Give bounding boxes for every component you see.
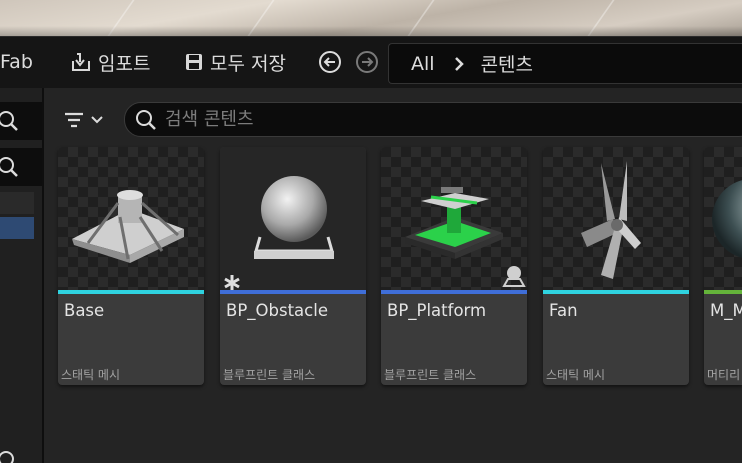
- search-icon: [0, 451, 14, 463]
- bottom-search-icon-partial[interactable]: [0, 447, 42, 463]
- breadcrumb-content[interactable]: 콘텐츠: [481, 50, 533, 77]
- actor-pin-icon: [502, 266, 526, 287]
- content-search-field[interactable]: [124, 102, 742, 137]
- search-input[interactable]: [165, 109, 725, 130]
- asset-type: 블루프린트 클래스: [384, 368, 477, 382]
- folder-tree-item[interactable]: [0, 192, 34, 214]
- asset-type-color-bar: [220, 290, 366, 294]
- asset-type: 스태틱 메시: [546, 368, 606, 382]
- history-forward-button[interactable]: [355, 36, 385, 88]
- asset-tile-bp-platform[interactable]: BP_Platform 블루프린트 클래스: [381, 147, 527, 385]
- chevron-down-icon: [91, 116, 103, 124]
- asset-type: 스태틱 메시: [61, 368, 121, 382]
- fan-thumbnail-icon: [581, 161, 641, 279]
- filter-button[interactable]: [62, 106, 112, 134]
- asset-thumbnail: [58, 147, 204, 290]
- asset-name: BP_Obstacle: [226, 301, 328, 320]
- filter-icon: [65, 112, 83, 128]
- asset-thumbnail: [543, 147, 689, 290]
- collections-search[interactable]: [0, 148, 42, 186]
- asset-tile-bp-obstacle[interactable]: BP_Obstacle 블루프린트 클래스: [220, 147, 366, 385]
- asset-type: 머티리: [707, 368, 741, 382]
- asset-type-color-bar: [543, 290, 689, 294]
- import-button[interactable]: 임포트: [70, 36, 150, 88]
- sphere-thumbnail-icon: [254, 176, 334, 259]
- save-icon: [186, 54, 202, 70]
- material-sphere-thumbnail-icon: [712, 180, 742, 258]
- asset-type-color-bar: [58, 290, 204, 294]
- folder-tree-item-selected[interactable]: [0, 217, 34, 239]
- import-icon: [72, 53, 90, 71]
- asset-type-color-bar: [704, 290, 742, 294]
- sources-search[interactable]: [0, 102, 42, 140]
- history-back-button[interactable]: [318, 36, 348, 88]
- asset-thumbnail: [220, 147, 366, 291]
- search-icon: [0, 111, 18, 131]
- forward-arrow-icon: [356, 51, 378, 73]
- asset-tile-fan[interactable]: Fan 스태틱 메시: [543, 147, 689, 385]
- asset-name: Fan: [549, 301, 578, 320]
- breadcrumb-all[interactable]: All: [389, 53, 435, 75]
- fab-button[interactable]: Fab: [0, 36, 33, 88]
- asset-type-color-bar: [381, 290, 527, 294]
- viewport-preview: [0, 0, 742, 36]
- asset-tile-base[interactable]: Base 스태틱 메시: [58, 147, 204, 385]
- search-icon: [0, 157, 18, 177]
- back-arrow-icon: [319, 51, 341, 73]
- search-icon: [136, 109, 156, 130]
- save-all-button[interactable]: 모두 저장: [184, 36, 286, 88]
- asset-name: Base: [64, 301, 105, 320]
- asset-name: M_M: [710, 301, 742, 320]
- static-mesh-thumbnail-icon: [72, 190, 184, 263]
- import-label: 임포트: [98, 52, 151, 75]
- asset-thumbnail: [381, 147, 527, 290]
- asset-name: BP_Platform: [387, 301, 487, 320]
- save-all-label: 모두 저장: [210, 52, 286, 75]
- chevron-right-icon[interactable]: [453, 56, 465, 72]
- asset-type: 블루프린트 클래스: [223, 368, 316, 382]
- sources-panel: [0, 88, 44, 463]
- asset-thumbnail: [704, 147, 742, 290]
- fab-label: Fab: [0, 51, 33, 73]
- asset-tile-material[interactable]: M_M 머티리: [704, 147, 742, 385]
- path-breadcrumb: All 콘텐츠: [388, 43, 742, 84]
